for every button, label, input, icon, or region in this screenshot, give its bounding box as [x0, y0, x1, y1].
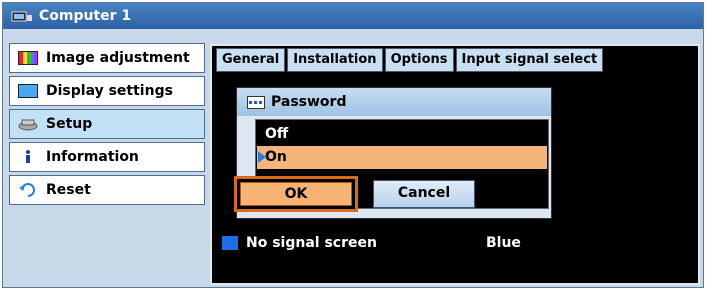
option-on[interactable]: On [257, 146, 547, 169]
setup-icon [18, 119, 38, 131]
no-signal-screen-icon [222, 236, 238, 250]
reset-icon [19, 183, 35, 197]
row-value: Blue [486, 235, 521, 251]
dialog-title: Password [271, 94, 347, 110]
ok-button-label: OK [240, 182, 352, 206]
sidebar-item-setup[interactable]: Setup [9, 109, 205, 139]
image-adjustment-icon [18, 51, 38, 65]
password-icon [247, 96, 265, 109]
option-label: Off [265, 126, 289, 142]
sidebar-item-label: Display settings [46, 83, 173, 99]
dialog-title-bar: Password [237, 88, 551, 116]
sidebar-item-label: Image adjustment [46, 50, 190, 66]
option-off[interactable]: Off [257, 123, 547, 146]
projector-menu-window: Computer 1 Image adjustment Display sett… [2, 2, 704, 288]
tab-general[interactable]: General [216, 48, 286, 72]
window-title: Computer 1 [39, 8, 132, 24]
sidebar-item-display-settings[interactable]: Display settings [9, 76, 205, 106]
tab-options[interactable]: Options [384, 48, 454, 72]
list-item-no-signal-screen[interactable]: No signal screen Blue [216, 230, 696, 256]
sidebar-item-information[interactable]: Information [9, 142, 205, 172]
option-label: On [265, 149, 287, 165]
ok-button[interactable]: OK [234, 176, 358, 212]
sidebar-item-label: Setup [46, 116, 93, 132]
display-settings-icon [18, 84, 38, 98]
sidebar-item-reset[interactable]: Reset [9, 175, 205, 205]
row-label: No signal screen [246, 235, 377, 251]
title-bar: Computer 1 [3, 3, 703, 29]
sidebar-item-label: Reset [46, 182, 91, 198]
tab-input-signal-select[interactable]: Input signal select [455, 48, 604, 72]
sidebar: Image adjustment Display settings Setup … [9, 43, 205, 208]
sidebar-item-image-adjustment[interactable]: Image adjustment [9, 43, 205, 73]
tab-bar: General Installation Options Input signal s… [216, 48, 605, 72]
information-icon [26, 150, 30, 163]
cancel-button[interactable]: Cancel [373, 180, 475, 208]
projector-computer-icon [11, 11, 32, 22]
sidebar-item-label: Information [46, 149, 139, 165]
tab-installation[interactable]: Installation [287, 48, 383, 72]
